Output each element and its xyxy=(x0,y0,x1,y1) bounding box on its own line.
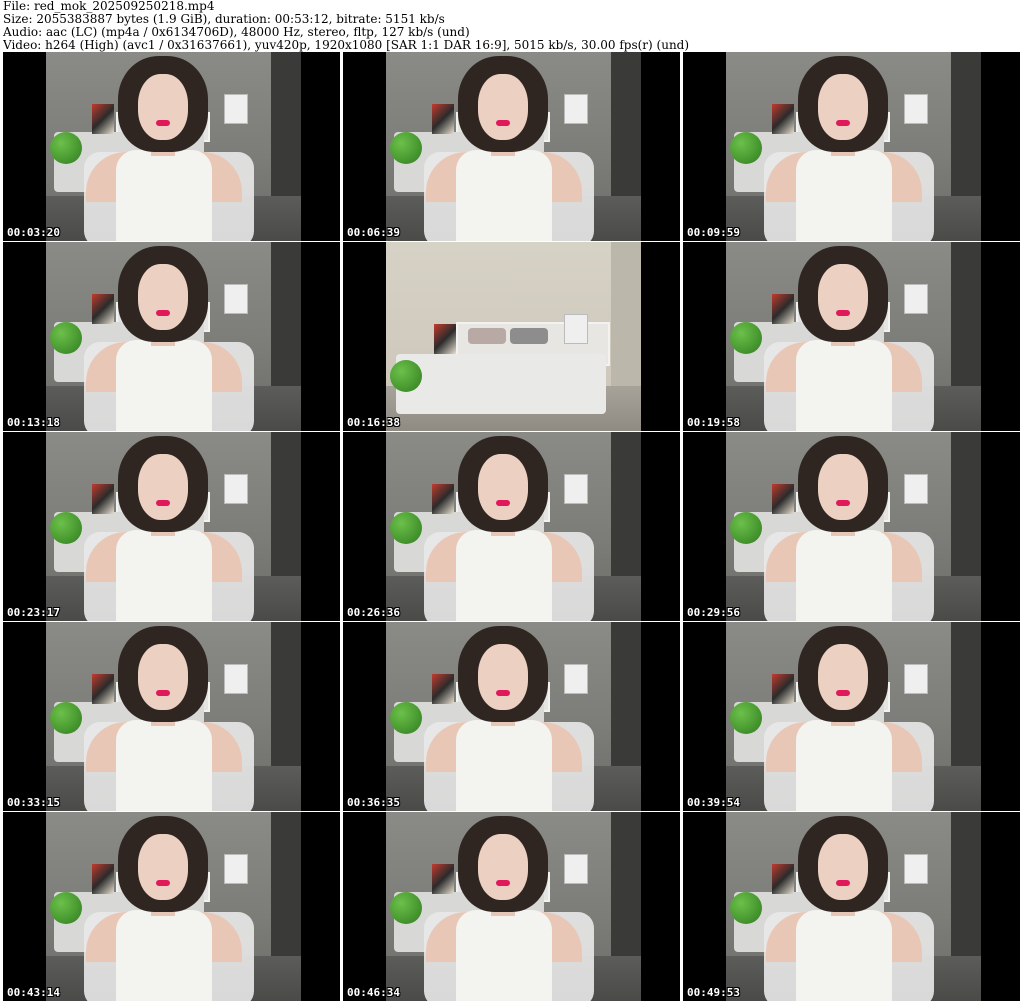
person-frame-image xyxy=(726,622,981,811)
thumbnail-timestamp: 00:49:53 xyxy=(687,986,740,999)
file-size-line: Size: 2055383887 bytes (1.9 GiB), durati… xyxy=(3,13,445,26)
thumbnail-timestamp: 00:23:17 xyxy=(7,606,60,619)
thumbnail-timestamp: 00:06:39 xyxy=(347,226,400,239)
video-thumbnail: 00:26:36 xyxy=(343,432,680,621)
thumbnail-timestamp: 00:39:54 xyxy=(687,796,740,809)
person-frame-image xyxy=(726,812,981,1001)
person-frame-image xyxy=(46,622,301,811)
person-frame-image xyxy=(386,812,641,1001)
bedroom-frame-image xyxy=(386,242,641,431)
thumbnail-timestamp: 00:03:20 xyxy=(7,226,60,239)
thumbnail-timestamp: 00:36:35 xyxy=(347,796,400,809)
thumbnail-timestamp: 00:29:56 xyxy=(687,606,740,619)
audio-info-line: Audio: aac (LC) (mp4a / 0x6134706D), 480… xyxy=(3,26,470,39)
thumbnail-timestamp: 00:33:15 xyxy=(7,796,60,809)
video-thumbnail: 00:39:54 xyxy=(683,622,1020,811)
person-frame-image xyxy=(726,52,981,241)
person-frame-image xyxy=(726,242,981,431)
thumbnail-grid: 00:03:20 00:06:39 00:09:59 00:13:18 00:16:38… xyxy=(0,52,1024,1003)
video-thumbnail: 00:23:17 xyxy=(3,432,340,621)
person-frame-image xyxy=(386,622,641,811)
thumbnail-timestamp: 00:43:14 xyxy=(7,986,60,999)
video-thumbnail: 00:09:59 xyxy=(683,52,1020,241)
thumbnail-timestamp: 00:09:59 xyxy=(687,226,740,239)
file-name-line: File: red_mok_202509250218.mp4 xyxy=(3,0,215,13)
person-frame-image xyxy=(386,52,641,241)
video-thumbnail: 00:46:34 xyxy=(343,812,680,1001)
thumbnail-timestamp: 00:26:36 xyxy=(347,606,400,619)
video-thumbnail: 00:36:35 xyxy=(343,622,680,811)
video-thumbnail: 00:33:15 xyxy=(3,622,340,811)
person-frame-image xyxy=(46,432,301,621)
video-thumbnail: 00:19:58 xyxy=(683,242,1020,431)
person-frame-image xyxy=(386,432,641,621)
video-thumbnail: 00:13:18 xyxy=(3,242,340,431)
video-thumbnail: 00:29:56 xyxy=(683,432,1020,621)
thumbnail-timestamp: 00:46:34 xyxy=(347,986,400,999)
file-info-header: File: red_mok_202509250218.mp4 Size: 205… xyxy=(3,0,1021,52)
video-info-line: Video: h264 (High) (avc1 / 0x31637661), … xyxy=(3,39,690,52)
person-frame-image xyxy=(46,812,301,1001)
thumbnail-timestamp: 00:13:18 xyxy=(7,416,60,429)
video-thumbnail: 00:49:53 xyxy=(683,812,1020,1001)
person-frame-image xyxy=(46,242,301,431)
video-thumbnail: 00:16:38 xyxy=(343,242,680,431)
thumbnail-timestamp: 00:16:38 xyxy=(347,416,400,429)
video-thumbnail: 00:03:20 xyxy=(3,52,340,241)
person-frame-image xyxy=(726,432,981,621)
person-frame-image xyxy=(46,52,301,241)
video-thumbnail: 00:06:39 xyxy=(343,52,680,241)
thumbnail-timestamp: 00:19:58 xyxy=(687,416,740,429)
video-thumbnail: 00:43:14 xyxy=(3,812,340,1001)
